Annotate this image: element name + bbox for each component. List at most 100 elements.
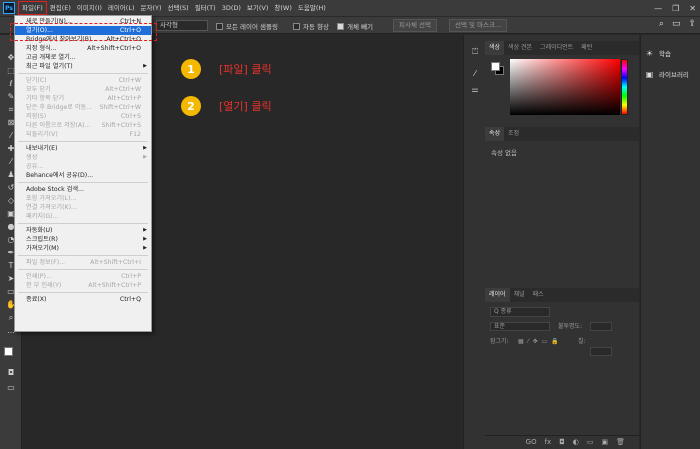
file-menu-item[interactable]: 스크립트(R) ▶ (15, 235, 151, 244)
menu-separator (18, 292, 148, 293)
libraries-item[interactable]: ▣ 라이브러리 (645, 69, 689, 80)
menu-item-label: 연결 가져오기(K)... (26, 204, 77, 211)
tab-layers[interactable]: 레이어 (485, 288, 510, 302)
menu-file[interactable]: 파일(F) (18, 1, 47, 15)
tab-paths[interactable]: 패스 (529, 288, 548, 302)
tab-swatches[interactable]: 색상 견본 (504, 41, 536, 55)
properties-panel-tabs: 속성 조정 (485, 127, 639, 141)
hue-slider[interactable] (621, 59, 628, 115)
file-menu-item: 저장(S) Ctrl+S (15, 112, 151, 121)
menu-select[interactable]: 선택(S) (165, 0, 192, 16)
tab-channels[interactable]: 채널 (510, 288, 529, 302)
opacity-field[interactable] (590, 322, 612, 331)
tab-properties[interactable]: 속성 (485, 127, 505, 141)
shape-select[interactable]: 사각형 (156, 20, 208, 31)
trash-icon[interactable]: 🗑 (616, 436, 625, 449)
auto-enhance-checkbox[interactable]: 자동 향상 (293, 21, 329, 31)
color-picker-field[interactable] (510, 59, 620, 115)
window-controls: — ❐ ✕ (654, 0, 696, 16)
file-menu-item[interactable]: 자동화(U) ▶ (15, 226, 151, 235)
color-panel-tabs: 색상 색상 견본 그레이디언트 패턴 (485, 41, 639, 55)
step-number-badge: 2 (181, 96, 201, 116)
checkbox-label: 자동 향상 (303, 23, 329, 31)
lock-icons[interactable]: ▦⁄✥▭🔒 (518, 337, 563, 347)
file-menu-item: 되돌리기(V) F12 (15, 130, 151, 139)
fx-icon[interactable]: fx (545, 436, 552, 449)
learn-label: 학습 (659, 50, 671, 58)
callout-step-2: 2 [열기] 클릭 (181, 96, 272, 116)
file-menu-item[interactable]: 최근 파일 열기(T) ▶ (15, 62, 151, 71)
menu-window[interactable]: 창(W) (271, 0, 294, 16)
close-icon[interactable]: ✕ (689, 4, 696, 13)
menu-edit[interactable]: 편집(E) (47, 0, 74, 16)
menu-filter[interactable]: 필터(T) (192, 0, 219, 16)
foreground-color[interactable] (491, 62, 500, 71)
minimize-icon[interactable]: — (654, 4, 662, 13)
menu-type[interactable]: 문자(Y) (138, 0, 165, 16)
adjust-icon[interactable]: ⚌ (470, 85, 480, 95)
checkbox-box (293, 22, 300, 30)
fg-bg-color-icon[interactable] (4, 347, 18, 361)
menu-item-label: 종료(X) (26, 296, 47, 303)
tab-adjustments[interactable]: 조정 (504, 127, 523, 141)
tab-patterns[interactable]: 패턴 (577, 41, 596, 55)
checkbox-box (216, 22, 223, 30)
new-layer-icon[interactable]: ▣ (601, 436, 608, 449)
file-menu-item: 공유... (15, 162, 151, 171)
adjustment-icon[interactable]: ◐ (573, 436, 579, 449)
share-icon[interactable]: ⇪ (688, 19, 696, 29)
workspace-icon[interactable]: ▭ (672, 19, 681, 29)
group-icon[interactable]: ▭ (587, 436, 594, 449)
tab-color[interactable]: 색상 (485, 41, 505, 55)
menu-item-label: Behance에서 공유(D)... (26, 172, 94, 179)
link-layers-icon[interactable]: GO (526, 436, 537, 449)
photoshop-window: Ps 파일(F) 편집(E) 이미지(I) 레이어(L) 문자(Y) 선택(S)… (0, 0, 700, 449)
blend-mode-select[interactable]: 표준 (490, 322, 550, 331)
menu-item-shortcut: Ctrl+P (121, 273, 141, 280)
submenu-arrow-icon: ▶ (143, 145, 147, 151)
far-right-panel: ☀ 학습 ▣ 라이브러리 (640, 35, 700, 449)
fill-field[interactable] (590, 347, 612, 356)
menu-image[interactable]: 이미지(I) (74, 0, 105, 16)
menu-view[interactable]: 보기(V) (244, 0, 271, 16)
menu-help[interactable]: 도움말(H) (295, 0, 329, 16)
select-and-mask-button[interactable]: 선택 및 마스크... (449, 19, 508, 32)
menu-layer[interactable]: 레이어(L) (105, 0, 138, 16)
sample-all-layers-checkbox[interactable]: 모든 레이어 샘플링 (216, 21, 278, 31)
layers-footer: GO fx ◘ ◐ ▭ ▣ 🗑 (485, 435, 639, 449)
menu-separator (18, 223, 148, 224)
menu-item-label: 파일 정보(F)... (26, 259, 66, 266)
file-menu-item[interactable]: 내보내기(E) ▶ (15, 144, 151, 153)
submenu-arrow-icon: ▶ (143, 63, 147, 69)
quick-mask-icon[interactable]: ◘ (5, 368, 17, 377)
learn-item[interactable]: ☀ 학습 (645, 48, 671, 59)
tab-gradients[interactable]: 그레이디언트 (536, 41, 577, 55)
submenu-arrow-icon: ▶ (143, 245, 147, 251)
blend-row: 표준 불투명도: (490, 322, 634, 332)
file-menu-item: 파일 정보(F)... Alt+Shift+Ctrl+I (15, 258, 151, 267)
menu-item-label: 공유... (26, 163, 44, 170)
select-subject-button[interactable]: 피사체 선택 (393, 19, 437, 32)
brush-settings-icon[interactable]: ⁄ (470, 69, 480, 79)
file-menu-item[interactable]: 고급 개체로 열기... (15, 53, 151, 62)
menu-3d[interactable]: 3D(D) (219, 0, 244, 16)
layer-kind-filter[interactable]: Q 종류 (490, 307, 550, 317)
mask-icon[interactable]: ◘ (559, 436, 565, 449)
menu-separator (18, 141, 148, 142)
menu-item-label: 되돌리기(V) (26, 131, 58, 138)
menu-item-label: Adobe Stock 검색... (26, 186, 84, 193)
opacity-label: 불투명도: (558, 323, 583, 330)
file-menu-item[interactable]: Adobe Stock 검색... (15, 185, 151, 194)
search-icon[interactable]: ⌕ (659, 19, 664, 29)
maximize-icon[interactable]: ❐ (672, 4, 679, 13)
file-menu-item: 생성 ▶ (15, 153, 151, 162)
menu-item-label: 닫기(C) (26, 77, 47, 84)
file-menu-item[interactable]: 가져오기(M) ▶ (15, 244, 151, 253)
color-swatch-pair[interactable] (491, 62, 505, 76)
file-menu-item[interactable]: 지정 형식... Alt+Shift+Ctrl+O (15, 44, 151, 53)
file-menu-item[interactable]: Behance에서 공유(D)... (15, 171, 151, 180)
screen-mode-icon[interactable]: ▭ (5, 383, 17, 392)
object-subtract-checkbox[interactable]: 개체 빼기 (337, 21, 373, 31)
file-menu-item[interactable]: 종료(X) Ctrl+Q (15, 295, 151, 304)
history-icon[interactable]: ⏍ (470, 47, 480, 57)
